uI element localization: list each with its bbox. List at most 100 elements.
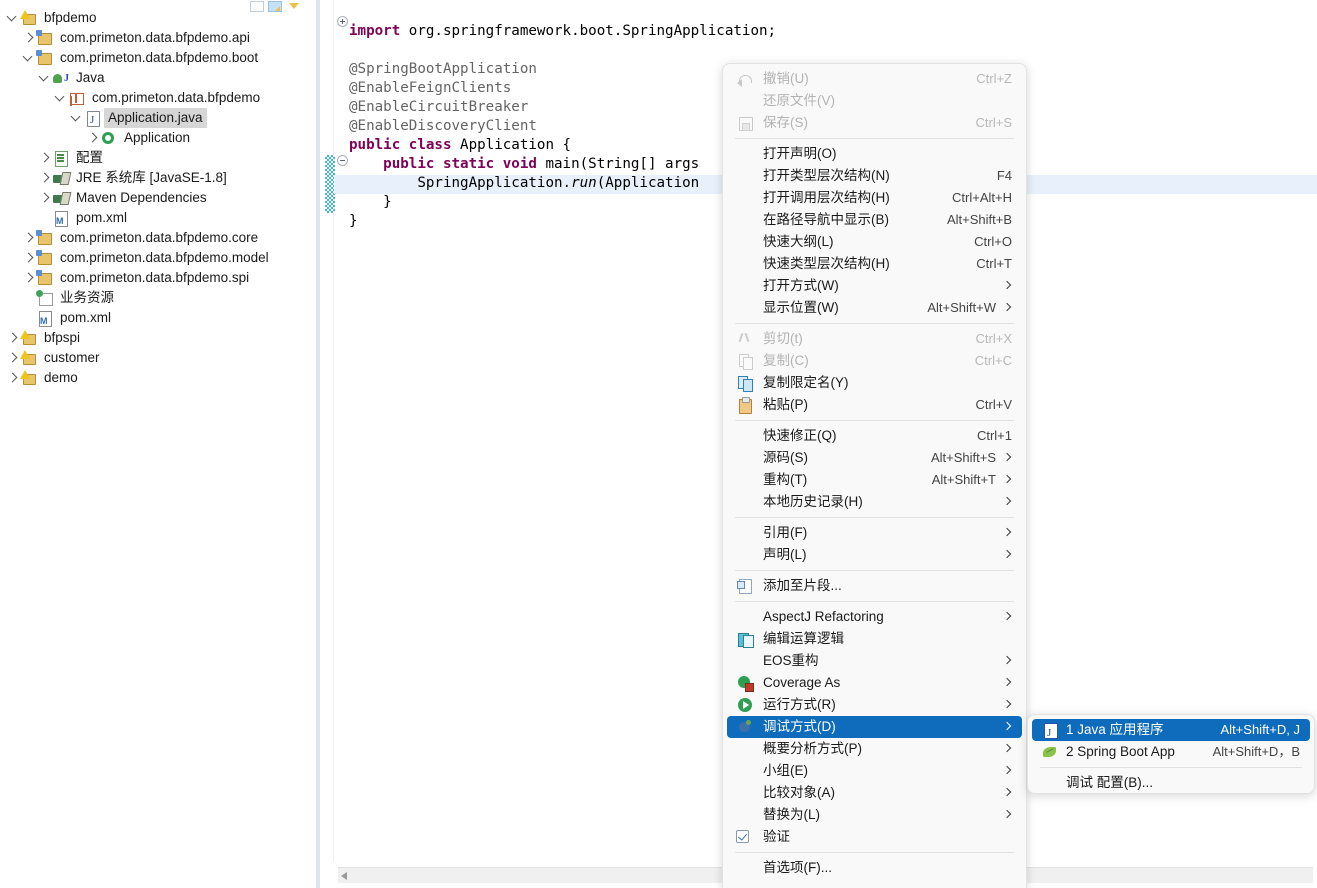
menu-item[interactable]: 重构(T)Alt+Shift+T <box>727 469 1022 491</box>
tree-item[interactable]: 业务资源 <box>0 288 300 308</box>
menu-item[interactable]: 替换为(L) <box>727 804 1022 826</box>
chevron-down-icon[interactable] <box>6 8 20 28</box>
menu-item[interactable]: 1 Java 应用程序Alt+Shift+D, J <box>1032 719 1310 741</box>
tree-item[interactable]: pom.xml <box>0 208 300 228</box>
chevron-right-icon[interactable] <box>6 368 20 388</box>
tree-item[interactable]: 配置 <box>0 148 300 168</box>
fold-expand-icon-import[interactable] <box>337 16 348 27</box>
cut-icon <box>737 331 753 347</box>
menu-item-shortcut: F4 <box>997 165 1012 187</box>
menu-item[interactable]: AspectJ Refactoring <box>727 606 1022 628</box>
tree-item[interactable]: bfpdemo <box>0 8 300 28</box>
chevron-right-icon[interactable] <box>22 268 36 288</box>
tree-item-label: pom.xml <box>56 308 115 328</box>
tree-item[interactable]: Java <box>0 68 300 88</box>
menu-item[interactable]: 引用(F) <box>727 522 1022 544</box>
chevron-right-icon[interactable] <box>6 348 20 368</box>
menu-item[interactable]: 首选项(F)... <box>727 857 1022 879</box>
tree-item[interactable]: Application <box>0 128 300 148</box>
code-token: } <box>349 194 392 210</box>
tree-item[interactable]: com.primeton.data.bfpdemo.model <box>0 248 300 268</box>
menu-item-shortcut: Ctrl+1 <box>977 425 1012 447</box>
editor-context-menu: 撤销(U)Ctrl+Z还原文件(V)保存(S)Ctrl+S打开声明(O)打开类型… <box>722 63 1027 888</box>
menu-item-label: 首选项(F)... <box>763 857 1012 879</box>
menu-item[interactable]: 添加至片段... <box>727 575 1022 597</box>
chevron-right-icon[interactable] <box>38 188 52 208</box>
tree-item[interactable]: bfpspi <box>0 328 300 348</box>
tree-item[interactable]: Maven Dependencies <box>0 188 300 208</box>
tree-item[interactable]: customer <box>0 348 300 368</box>
chevron-down-icon[interactable] <box>70 108 84 128</box>
tree-item[interactable]: com.primeton.data.bfpdemo.core <box>0 228 300 248</box>
chevron-right-icon[interactable] <box>38 168 52 188</box>
menu-item[interactable]: 粘贴(P)Ctrl+V <box>727 394 1022 416</box>
menu-item[interactable]: 声明(L) <box>727 544 1022 566</box>
menu-item-label: 撤销(U) <box>763 68 962 90</box>
menu-item[interactable]: 验证 <box>727 826 1022 848</box>
chevron-right-icon[interactable] <box>22 28 36 48</box>
code-token: @EnableCircuitBreaker <box>349 99 528 115</box>
fold-collapse-icon-main[interactable] <box>337 155 348 166</box>
xml-icon <box>36 310 53 326</box>
menu-item[interactable]: 源码(S)Alt+Shift+S <box>727 447 1022 469</box>
logic-icon <box>737 631 753 647</box>
menu-item[interactable]: 编辑运算逻辑 <box>727 628 1022 650</box>
chevron-down-icon[interactable] <box>54 88 68 108</box>
menu-item[interactable]: 快速修正(Q)Ctrl+1 <box>727 425 1022 447</box>
menu-item-shortcut: Ctrl+S <box>976 112 1012 134</box>
menu-item[interactable]: 快速大纲(L)Ctrl+O <box>727 231 1022 253</box>
chevron-down-icon[interactable] <box>22 48 36 68</box>
menu-item-label: 调试方式(D) <box>763 716 996 738</box>
annotation-ruler[interactable] <box>320 0 334 862</box>
tree-item[interactable]: com.primeton.data.bfpdemo <box>0 88 300 108</box>
menu-separator <box>735 570 1014 571</box>
menu-item[interactable]: 概要分析方式(P) <box>727 738 1022 760</box>
chevron-right-icon[interactable] <box>86 128 100 148</box>
chevron-right-icon[interactable] <box>22 228 36 248</box>
tree-spacer <box>22 308 36 328</box>
chevron-right-icon[interactable] <box>22 248 36 268</box>
menu-item[interactable]: 小组(E) <box>727 760 1022 782</box>
tree-item[interactable]: Application.java <box>0 108 300 128</box>
springboot-icon <box>1042 744 1058 760</box>
tree-item[interactable]: com.primeton.data.bfpdemo.api <box>0 28 300 48</box>
snip-icon <box>737 578 753 594</box>
tree-item[interactable]: JRE 系统库 [JavaSE-1.8] <box>0 168 300 188</box>
chevron-right-icon[interactable] <box>6 328 20 348</box>
scroll-left-arrow-icon[interactable] <box>341 872 347 880</box>
menu-item[interactable]: 打开方式(W) <box>727 275 1022 297</box>
menu-item[interactable]: 2 Spring Boot AppAlt+Shift+D，B <box>1032 741 1310 763</box>
menu-item[interactable]: 调试方式(D) <box>727 716 1022 738</box>
menu-item[interactable]: 在路径导航中显示(B)Alt+Shift+B <box>727 209 1022 231</box>
tree-item-label: Java <box>72 68 109 88</box>
tree-item[interactable]: demo <box>0 368 300 388</box>
menu-item[interactable]: 比较对象(A) <box>727 782 1022 804</box>
chevron-right-icon[interactable] <box>38 148 52 168</box>
undo-icon <box>737 71 753 87</box>
eclipse-window: bfpdemocom.primeton.data.bfpdemo.apicom.… <box>0 0 1317 888</box>
chevron-down-icon[interactable] <box>38 68 52 88</box>
menu-item-label: 打开声明(O) <box>763 143 1012 165</box>
code-token: Application { <box>460 137 571 153</box>
proj-icon <box>36 30 53 46</box>
menu-item[interactable]: 复制限定名(Y) <box>727 372 1022 394</box>
menu-item[interactable]: 显示位置(W)Alt+Shift+W <box>727 297 1022 319</box>
tree-item[interactable]: com.primeton.data.bfpdemo.boot <box>0 48 300 68</box>
menu-item[interactable]: Coverage As <box>727 672 1022 694</box>
proj-icon <box>36 50 53 66</box>
tree-item[interactable]: pom.xml <box>0 308 300 328</box>
menu-item[interactable]: 快速类型层次结构(H)Ctrl+T <box>727 253 1022 275</box>
menu-item[interactable]: 本地历史记录(H) <box>727 491 1022 513</box>
cls-icon <box>100 130 117 146</box>
submenu-chevron-right-icon <box>1004 613 1012 621</box>
cfg-icon <box>52 150 69 166</box>
paste-icon <box>737 397 753 413</box>
menu-item[interactable]: 打开类型层次结构(N)F4 <box>727 165 1022 187</box>
menu-item[interactable]: EOS重构 <box>727 650 1022 672</box>
menu-item[interactable]: 运行方式(R) <box>727 694 1022 716</box>
menu-item[interactable]: 打开声明(O) <box>727 143 1022 165</box>
menu-item-label: 粘贴(P) <box>763 394 962 416</box>
tree-item[interactable]: com.primeton.data.bfpdemo.spi <box>0 268 300 288</box>
menu-item[interactable]: 打开调用层次结构(H)Ctrl+Alt+H <box>727 187 1022 209</box>
menu-item[interactable]: 调试 配置(B)... <box>1032 772 1310 794</box>
